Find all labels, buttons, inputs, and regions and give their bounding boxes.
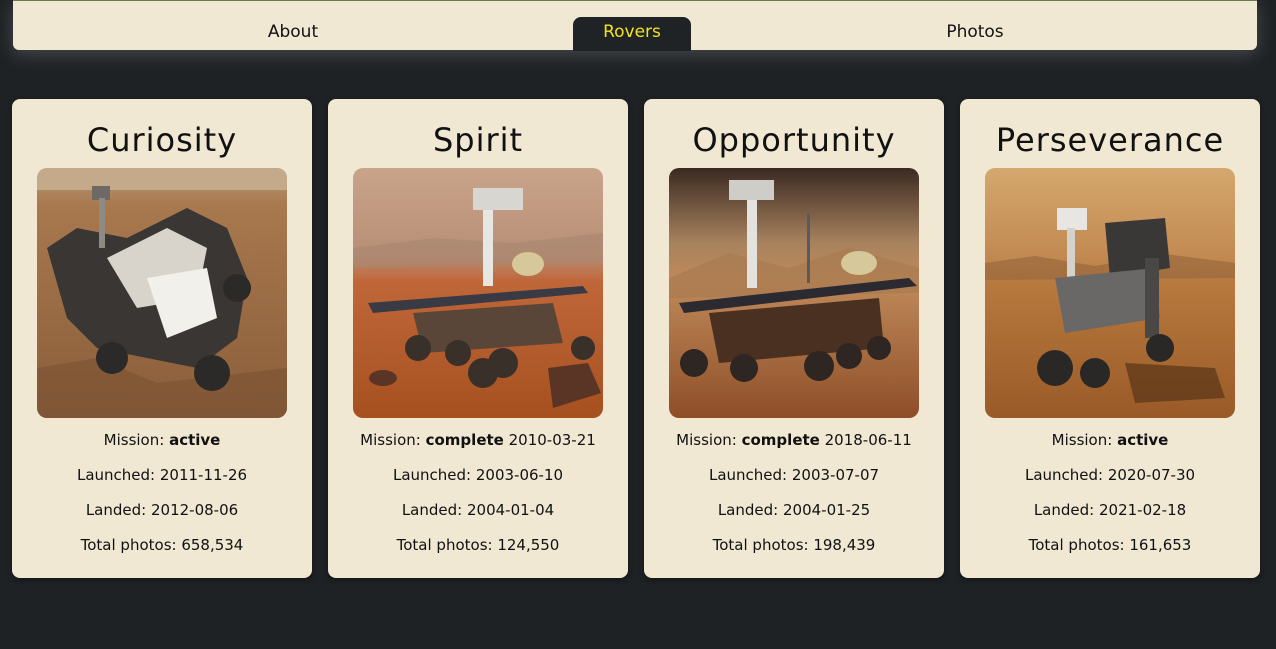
rover-card-opportunity[interactable]: Opportunity Mission: complete 2018-06-11… [644,99,944,578]
landed-date: Landed: 2012-08-06 [85,501,239,519]
rover-name: Curiosity [86,121,238,159]
rover-photo [37,168,287,418]
landed-date: Landed: 2004-01-25 [717,501,871,519]
status-value: complete [741,431,820,449]
launched-date: Launched: 2011-11-26 [76,466,248,484]
mission-status: Mission: complete 2018-06-11 [676,431,912,449]
total-photos: Total photos: 124,550 [396,536,560,554]
launched-date: Launched: 2020-07-30 [1024,466,1196,484]
total-photos: Total photos: 658,534 [80,536,244,554]
tab-about[interactable]: About [225,17,361,51]
launched-date: Launched: 2003-07-07 [708,466,880,484]
rover-photo [669,168,919,418]
tab-photos[interactable]: Photos [906,17,1044,51]
rover-name: Spirit [432,121,524,159]
status-value: active [1117,431,1169,449]
rover-photo [985,168,1235,418]
total-photos: Total photos: 198,439 [712,536,876,554]
tab-rovers[interactable]: Rovers [573,17,691,51]
rover-card-spirit[interactable]: Spirit Mission: complete 2010-03-21 Laun… [328,99,628,578]
status-value: active [169,431,221,449]
rover-name: Perseverance [995,121,1225,159]
rover-card-curiosity[interactable]: Curiosity Mission: active Launched: 2011… [12,99,312,578]
rover-name: Opportunity [692,121,896,159]
rover-photo [353,168,603,418]
mission-status: Mission: complete 2010-03-21 [360,431,596,449]
mission-status: Mission: active [1051,431,1169,449]
status-value: complete [425,431,504,449]
top-nav: About Rovers Photos [13,0,1257,51]
rover-card-perseverance[interactable]: Perseverance Mission: active Launched: 2… [960,99,1260,578]
mission-status: Mission: active [103,431,221,449]
landed-date: Landed: 2004-01-04 [401,501,555,519]
total-photos: Total photos: 161,653 [1028,536,1192,554]
launched-date: Launched: 2003-06-10 [392,466,564,484]
landed-date: Landed: 2021-02-18 [1033,501,1187,519]
